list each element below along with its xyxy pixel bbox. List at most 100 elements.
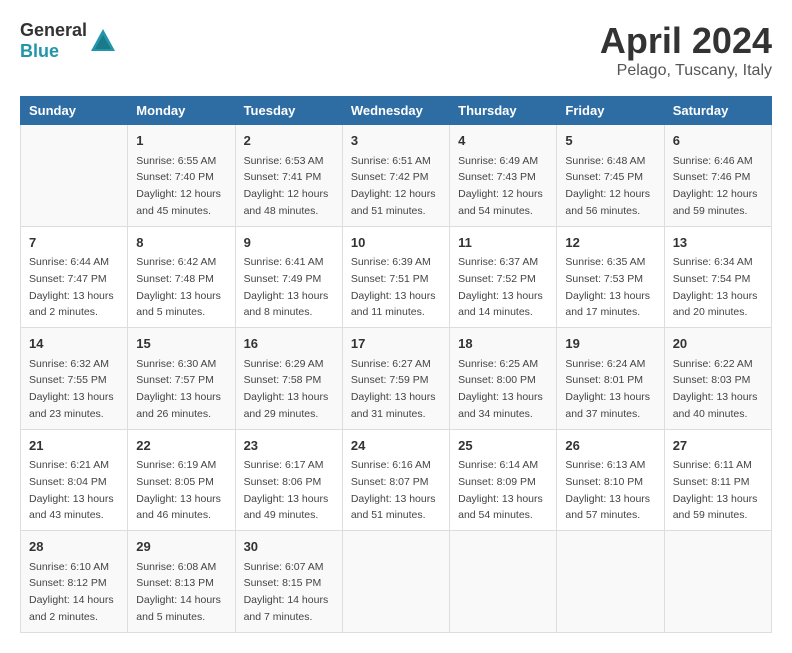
- calendar-cell: 19Sunrise: 6:24 AM Sunset: 8:01 PM Dayli…: [557, 328, 664, 430]
- day-number: 12: [565, 233, 655, 253]
- calendar-cell: 20 Sunrise: 6:22 AM Sunset: 8:03 PM Dayli…: [664, 328, 771, 430]
- day-info: Sunrise: 6:21 AM Sunset: 8:04 PM Dayligh…: [29, 459, 114, 521]
- header-wednesday: Wednesday: [342, 97, 449, 125]
- logo-blue: Blue: [20, 41, 59, 61]
- day-info: Sunrise: 6:30 AM Sunset: 7:57 PM Dayligh…: [136, 358, 221, 420]
- day-info: Sunrise: 6:10 AM Sunset: 8:12 PM Dayligh…: [29, 561, 114, 623]
- calendar-cell: 12 Sunrise: 6:35 AM Sunset: 7:53 PM Dayli…: [557, 226, 664, 328]
- day-info: Sunrise: 6:37 AM Sunset: 7:52 PM Dayligh…: [458, 256, 543, 318]
- day-number: 20: [673, 334, 763, 354]
- day-number: 10: [351, 233, 441, 253]
- day-info: Sunrise: 6:49 AM Sunset: 7:43 PM Dayligh…: [458, 155, 543, 217]
- day-number: 14: [29, 334, 119, 354]
- calendar-cell: 14 Sunrise: 6:32 AM Sunset: 7:55 PM Dayli…: [21, 328, 128, 430]
- day-number: 17: [351, 334, 441, 354]
- calendar-cell: 13Sunrise: 6:34 AM Sunset: 7:54 PM Dayli…: [664, 226, 771, 328]
- day-info: Sunrise: 6:35 AM Sunset: 7:53 PM Dayligh…: [565, 256, 650, 318]
- day-number: 6: [673, 131, 763, 151]
- day-info: Sunrise: 6:08 AM Sunset: 8:13 PM Dayligh…: [136, 561, 221, 623]
- calendar-cell: [557, 531, 664, 633]
- calendar-cell: 3 Sunrise: 6:51 AM Sunset: 7:42 PM Daylig…: [342, 125, 449, 227]
- calendar-cell: 17 Sunrise: 6:27 AM Sunset: 7:59 PM Dayli…: [342, 328, 449, 430]
- day-number: 4: [458, 131, 548, 151]
- day-number: 15: [136, 334, 226, 354]
- calendar-cell: 6 Sunrise: 6:46 AM Sunset: 7:46 PM Daylig…: [664, 125, 771, 227]
- calendar-week-row: 28 Sunrise: 6:10 AM Sunset: 8:12 PM Dayli…: [21, 531, 772, 633]
- day-info: Sunrise: 6:44 AM Sunset: 7:47 PM Dayligh…: [29, 256, 114, 318]
- day-info: Sunrise: 6:27 AM Sunset: 7:59 PM Dayligh…: [351, 358, 436, 420]
- day-number: 27: [673, 436, 763, 456]
- calendar-cell: 2 Sunrise: 6:53 AM Sunset: 7:41 PM Daylig…: [235, 125, 342, 227]
- calendar-cell: 9 Sunrise: 6:41 AM Sunset: 7:49 PM Daylig…: [235, 226, 342, 328]
- calendar-week-row: 1Sunrise: 6:55 AM Sunset: 7:40 PM Daylig…: [21, 125, 772, 227]
- header-tuesday: Tuesday: [235, 97, 342, 125]
- day-number: 13: [673, 233, 763, 253]
- day-number: 23: [244, 436, 334, 456]
- header-friday: Friday: [557, 97, 664, 125]
- day-info: Sunrise: 6:22 AM Sunset: 8:03 PM Dayligh…: [673, 358, 758, 420]
- month-title: April 2024: [600, 20, 772, 62]
- calendar-cell: 10 Sunrise: 6:39 AM Sunset: 7:51 PM Dayli…: [342, 226, 449, 328]
- calendar-cell: 26 Sunrise: 6:13 AM Sunset: 8:10 PM Dayli…: [557, 429, 664, 531]
- calendar-cell: 18 Sunrise: 6:25 AM Sunset: 8:00 PM Dayli…: [450, 328, 557, 430]
- day-number: 9: [244, 233, 334, 253]
- calendar-cell: 28 Sunrise: 6:10 AM Sunset: 8:12 PM Dayli…: [21, 531, 128, 633]
- calendar-cell: 30 Sunrise: 6:07 AM Sunset: 8:15 PM Dayli…: [235, 531, 342, 633]
- header-saturday: Saturday: [664, 97, 771, 125]
- header-monday: Monday: [128, 97, 235, 125]
- day-info: Sunrise: 6:16 AM Sunset: 8:07 PM Dayligh…: [351, 459, 436, 521]
- day-number: 1: [136, 131, 226, 151]
- day-number: 21: [29, 436, 119, 456]
- calendar-cell: 7Sunrise: 6:44 AM Sunset: 7:47 PM Daylig…: [21, 226, 128, 328]
- day-info: Sunrise: 6:32 AM Sunset: 7:55 PM Dayligh…: [29, 358, 114, 420]
- calendar-cell: 8Sunrise: 6:42 AM Sunset: 7:48 PM Daylig…: [128, 226, 235, 328]
- header-sunday: Sunday: [21, 97, 128, 125]
- day-info: Sunrise: 6:25 AM Sunset: 8:00 PM Dayligh…: [458, 358, 543, 420]
- calendar-cell: 15 Sunrise: 6:30 AM Sunset: 7:57 PM Dayli…: [128, 328, 235, 430]
- logo: General Blue: [20, 20, 117, 62]
- calendar-cell: 16Sunrise: 6:29 AM Sunset: 7:58 PM Dayli…: [235, 328, 342, 430]
- calendar-cell: 27 Sunrise: 6:11 AM Sunset: 8:11 PM Dayli…: [664, 429, 771, 531]
- day-info: Sunrise: 6:17 AM Sunset: 8:06 PM Dayligh…: [244, 459, 329, 521]
- day-info: Sunrise: 6:11 AM Sunset: 8:11 PM Dayligh…: [673, 459, 758, 521]
- calendar-header-row: SundayMondayTuesdayWednesdayThursdayFrid…: [21, 97, 772, 125]
- day-number: 22: [136, 436, 226, 456]
- calendar-week-row: 7Sunrise: 6:44 AM Sunset: 7:47 PM Daylig…: [21, 226, 772, 328]
- day-info: Sunrise: 6:39 AM Sunset: 7:51 PM Dayligh…: [351, 256, 436, 318]
- day-number: 11: [458, 233, 548, 253]
- day-number: 29: [136, 537, 226, 557]
- day-number: 28: [29, 537, 119, 557]
- day-info: Sunrise: 6:48 AM Sunset: 7:45 PM Dayligh…: [565, 155, 650, 217]
- day-number: 24: [351, 436, 441, 456]
- logo-icon: [89, 27, 117, 55]
- day-info: Sunrise: 6:41 AM Sunset: 7:49 PM Dayligh…: [244, 256, 329, 318]
- day-info: Sunrise: 6:19 AM Sunset: 8:05 PM Dayligh…: [136, 459, 221, 521]
- calendar-week-row: 14 Sunrise: 6:32 AM Sunset: 7:55 PM Dayli…: [21, 328, 772, 430]
- day-info: Sunrise: 6:13 AM Sunset: 8:10 PM Dayligh…: [565, 459, 650, 521]
- day-number: 25: [458, 436, 548, 456]
- calendar-cell: 24 Sunrise: 6:16 AM Sunset: 8:07 PM Dayli…: [342, 429, 449, 531]
- calendar-cell: 4 Sunrise: 6:49 AM Sunset: 7:43 PM Daylig…: [450, 125, 557, 227]
- day-info: Sunrise: 6:07 AM Sunset: 8:15 PM Dayligh…: [244, 561, 329, 623]
- calendar-cell: 25 Sunrise: 6:14 AM Sunset: 8:09 PM Dayli…: [450, 429, 557, 531]
- day-info: Sunrise: 6:14 AM Sunset: 8:09 PM Dayligh…: [458, 459, 543, 521]
- day-info: Sunrise: 6:24 AM Sunset: 8:01 PM Dayligh…: [565, 358, 650, 420]
- day-info: Sunrise: 6:51 AM Sunset: 7:42 PM Dayligh…: [351, 155, 436, 217]
- location-title: Pelago, Tuscany, Italy: [600, 62, 772, 80]
- header-thursday: Thursday: [450, 97, 557, 125]
- day-number: 18: [458, 334, 548, 354]
- calendar-cell: 11 Sunrise: 6:37 AM Sunset: 7:52 PM Dayli…: [450, 226, 557, 328]
- day-number: 5: [565, 131, 655, 151]
- calendar-cell: 29 Sunrise: 6:08 AM Sunset: 8:13 PM Dayli…: [128, 531, 235, 633]
- calendar-cell: 23 Sunrise: 6:17 AM Sunset: 8:06 PM Dayli…: [235, 429, 342, 531]
- day-number: 26: [565, 436, 655, 456]
- calendar-cell: 21 Sunrise: 6:21 AM Sunset: 8:04 PM Dayli…: [21, 429, 128, 531]
- day-info: Sunrise: 6:53 AM Sunset: 7:41 PM Dayligh…: [244, 155, 329, 217]
- day-info: Sunrise: 6:46 AM Sunset: 7:46 PM Dayligh…: [673, 155, 758, 217]
- logo-general: General: [20, 20, 87, 40]
- day-number: 2: [244, 131, 334, 151]
- calendar-cell: 22 Sunrise: 6:19 AM Sunset: 8:05 PM Dayli…: [128, 429, 235, 531]
- day-number: 30: [244, 537, 334, 557]
- calendar-cell: 5 Sunrise: 6:48 AM Sunset: 7:45 PM Daylig…: [557, 125, 664, 227]
- day-number: 3: [351, 131, 441, 151]
